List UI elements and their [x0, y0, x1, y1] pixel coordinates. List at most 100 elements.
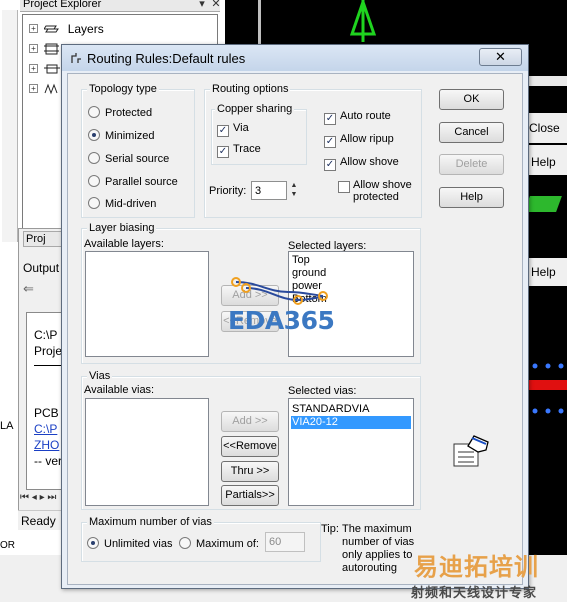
allow-ripup-checkbox[interactable]: ✓ Allow ripup	[324, 133, 394, 148]
priority-label: Priority:	[209, 185, 247, 197]
trace-checkbox[interactable]: ✓ Trace	[217, 143, 261, 158]
back-arrow-icon[interactable]: ⇐	[23, 281, 34, 296]
checkbox-label: Allow ripup	[340, 133, 394, 145]
thru-button[interactable]: Thru >>	[221, 461, 279, 482]
green-arrow-graphic	[349, 0, 377, 42]
max-vias-group: Maximum number of vias Unlimited vias Ma…	[81, 516, 321, 562]
auto-route-checkbox[interactable]: ✓ Auto route	[324, 110, 391, 125]
tree-item[interactable]: +	[29, 61, 61, 77]
checkbox-label: Via	[233, 122, 249, 134]
delete-button[interactable]: Delete	[439, 154, 504, 175]
check-icon: ✓	[324, 159, 336, 171]
panel-tab-label: Proj	[26, 233, 46, 245]
vias-group: Vias Available vias: Add >> <<Remove Thr…	[81, 370, 421, 510]
radio-label: Parallel source	[105, 176, 178, 188]
radio-label: Minimized	[105, 130, 155, 142]
eda365-watermark: EDA365	[228, 306, 335, 335]
help-button[interactable]: Help	[439, 187, 504, 208]
right-panel-strip	[529, 76, 567, 86]
maximum-of-radio[interactable]: Maximum of:	[179, 537, 259, 551]
status-text: Ready	[21, 514, 56, 528]
expand-icon[interactable]: +	[29, 44, 38, 54]
nets-icon	[44, 83, 58, 95]
ok-button[interactable]: OK	[439, 89, 504, 110]
layer-biasing-label: Layer biasing	[87, 222, 157, 234]
vias-label: Vias	[87, 370, 113, 382]
available-vias-list[interactable]	[85, 398, 209, 506]
component-pad	[524, 196, 562, 212]
expand-icon[interactable]: +	[29, 64, 38, 74]
priority-input[interactable]: 3	[251, 181, 287, 200]
selected-vias-list[interactable]: STANDARDVIA VIA20-12	[288, 398, 414, 506]
routing-options-label: Routing options	[210, 83, 291, 95]
list-item-selected[interactable]: VIA20-12	[291, 416, 411, 429]
radio-label: Maximum of:	[196, 538, 259, 550]
topology-minimized-radio[interactable]: Minimized	[88, 129, 155, 143]
dialog-titlebar[interactable]: Routing Rules:Default rules ✕	[62, 45, 528, 71]
pin-icon[interactable]: ▾	[196, 0, 208, 10]
topology-parallel-radio[interactable]: Parallel source	[88, 175, 178, 189]
partials-button[interactable]: Partials>>	[221, 485, 279, 506]
left-edge-text: OR	[0, 540, 15, 551]
project-explorer-titlebar: Project Explorer ▾ ✕	[20, 0, 222, 12]
training-watermark-subtitle: 射频和天线设计专家	[411, 586, 538, 601]
radio-icon	[88, 152, 100, 164]
unlimited-vias-radio[interactable]: Unlimited vias	[87, 537, 172, 551]
topology-middriven-radio[interactable]: Mid-driven	[88, 197, 156, 211]
output-label: Output	[23, 261, 60, 275]
list-item[interactable]: Top	[291, 254, 411, 267]
tree-item-layers[interactable]: + Layers	[29, 21, 104, 37]
help-pointer-icon	[453, 435, 489, 467]
component-icon	[44, 43, 60, 55]
priority-spinner[interactable]: ▲ ▼	[289, 181, 299, 200]
cancel-button[interactable]: Cancel	[439, 122, 504, 143]
panel-tab[interactable]: Proj	[23, 231, 63, 247]
radio-label: Unlimited vias	[104, 538, 173, 550]
max-vias-label: Maximum number of vias	[87, 516, 214, 528]
output-line: C:\P	[34, 328, 58, 342]
radio-label: Protected	[105, 107, 153, 119]
check-icon: ✓	[324, 136, 336, 148]
blue-dots-1	[532, 360, 566, 369]
output-line: Proje	[34, 344, 63, 358]
output-link[interactable]: C:\P	[34, 421, 57, 437]
allow-shove-checkbox[interactable]: ✓ Allow shove	[324, 156, 399, 171]
topology-protected-radio[interactable]: Protected	[88, 106, 152, 120]
project-explorer-title: Project Explorer	[23, 0, 102, 10]
tree-item[interactable]: +	[29, 41, 60, 57]
training-watermark-title: 易迪拓培训	[414, 553, 539, 581]
left-ruler	[2, 10, 18, 242]
output-link[interactable]: ZHO	[34, 437, 59, 453]
expand-icon[interactable]: +	[29, 24, 38, 34]
radio-icon	[88, 106, 100, 118]
check-icon: ✓	[324, 113, 336, 125]
radio-icon	[88, 175, 100, 187]
left-edge-text: LA	[0, 420, 14, 432]
dialog-close-button[interactable]: ✕	[479, 48, 522, 66]
checkbox-label: Allow shove	[340, 156, 399, 168]
selected-vias-label: Selected vias:	[288, 385, 357, 397]
canvas-divider	[258, 0, 261, 46]
maximum-vias-input[interactable]: 60	[265, 532, 305, 552]
close-icon[interactable]: ✕	[210, 0, 222, 10]
routing-options-group: Routing options Copper sharing ✓ Via ✓ Tra…	[204, 83, 422, 218]
expand-icon[interactable]: +	[29, 84, 38, 94]
available-layers-label: Available layers:	[84, 238, 164, 250]
topology-serial-radio[interactable]: Serial source	[88, 152, 169, 166]
remove-via-button[interactable]: <<Remove	[221, 436, 279, 457]
output-nav[interactable]: ⇐	[23, 281, 63, 301]
right-help-label-2[interactable]: Help	[531, 265, 556, 279]
via-checkbox[interactable]: ✓ Via	[217, 122, 249, 137]
dialog-client: Topology type Protected Minimized Serial…	[67, 73, 523, 585]
routing-rules-icon	[71, 53, 81, 63]
available-layers-list[interactable]	[85, 251, 209, 357]
add-via-button[interactable]: Add >>	[221, 411, 279, 432]
radio-label: Mid-driven	[105, 198, 157, 210]
right-close-label[interactable]: Close	[529, 121, 560, 135]
list-item[interactable]: STANDARDVIA	[291, 403, 411, 416]
output-scroll-controls[interactable]: ⏮ ◂ ▸ ⏭	[20, 492, 64, 506]
right-help-label-1[interactable]: Help	[531, 155, 556, 169]
tree-item[interactable]: +	[29, 81, 60, 97]
copper-sharing-label: Copper sharing	[215, 103, 295, 115]
checkbox-label: Auto route	[340, 110, 391, 122]
